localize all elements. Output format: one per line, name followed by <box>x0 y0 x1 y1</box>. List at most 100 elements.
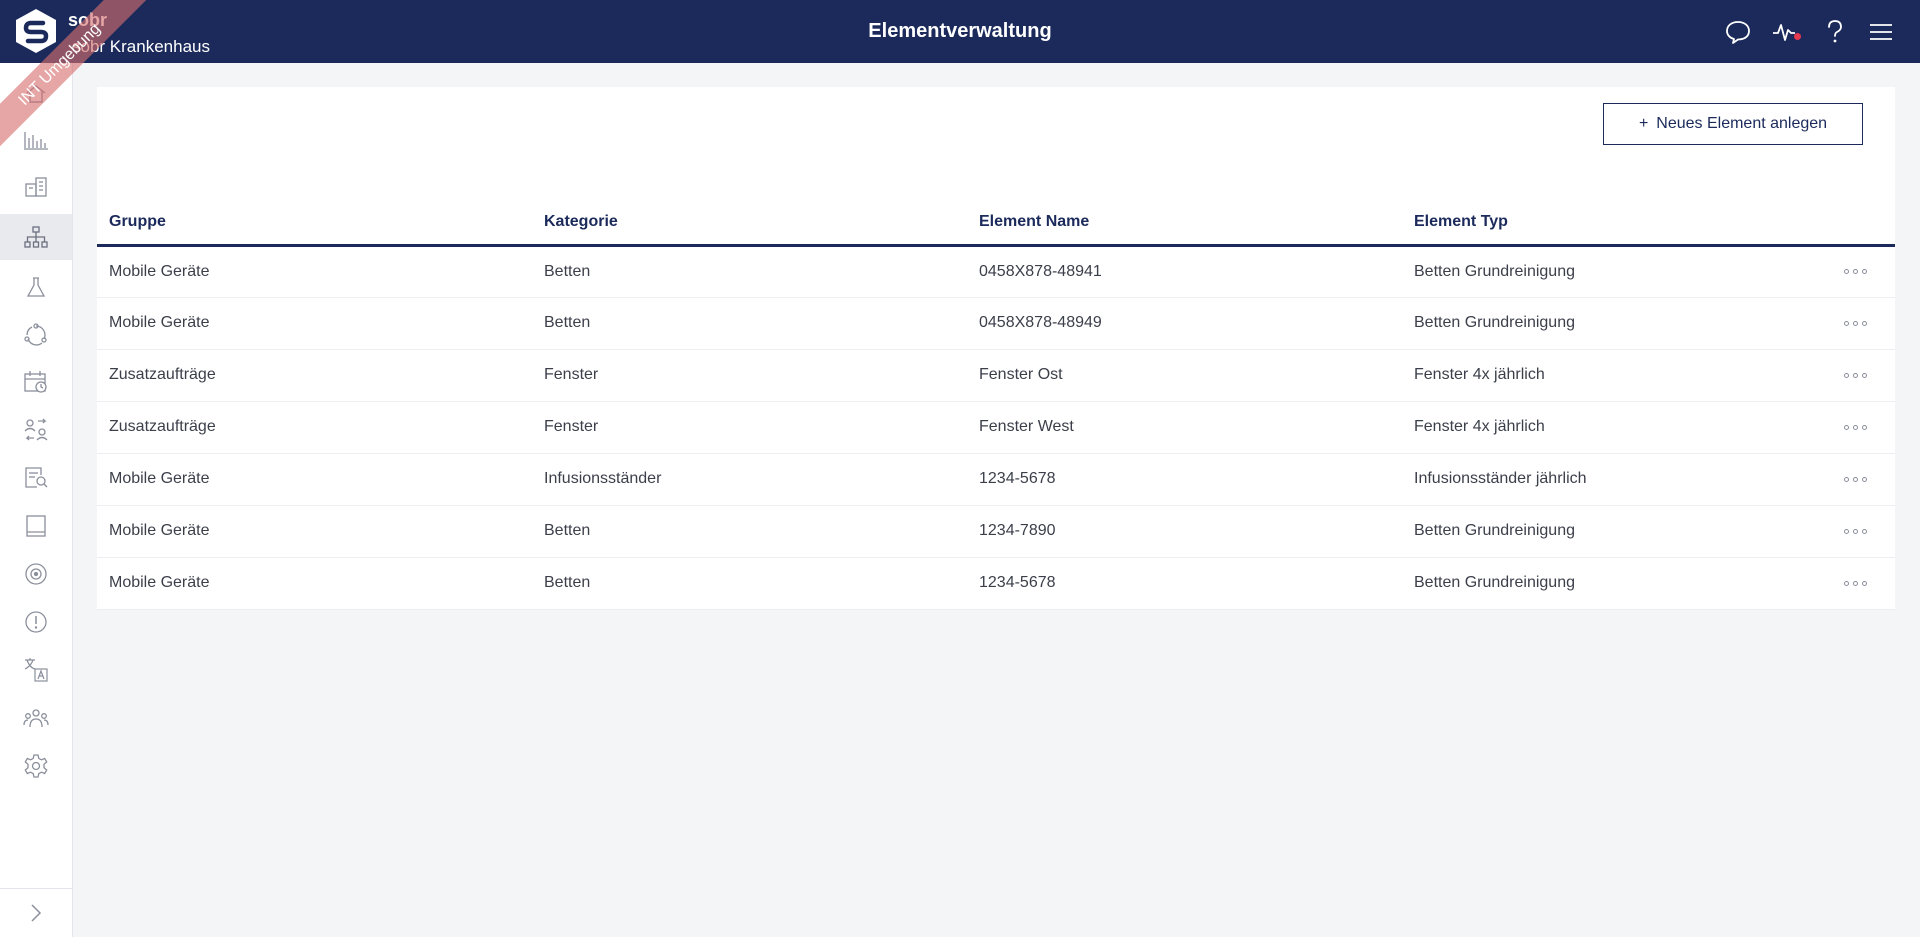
table-row[interactable]: Mobile Geräte Betten 1234-7890 Betten Gr… <box>97 505 1895 558</box>
cell-category: Betten <box>532 297 967 350</box>
page-title: Elementverwaltung <box>868 20 1052 42</box>
sidebar-item-home[interactable] <box>0 71 72 117</box>
cell-category: Betten <box>532 557 967 610</box>
cell-element-name: Fenster West <box>967 401 1402 454</box>
activity-icon[interactable] <box>1770 17 1801 47</box>
column-header-element-name[interactable]: Element Name <box>967 201 1402 247</box>
target-icon <box>25 563 47 585</box>
alert-icon <box>25 611 47 633</box>
column-header-category[interactable]: Kategorie <box>532 201 967 247</box>
document-search-icon <box>25 467 48 488</box>
cell-element-type: Betten Grundreinigung <box>1402 245 1815 298</box>
menu-icon[interactable] <box>1866 17 1896 47</box>
table-row[interactable]: Zusatzaufträge Fenster Fenster Ost Fenst… <box>97 349 1895 402</box>
sidebar-item-buildings[interactable] <box>0 164 72 210</box>
help-icon[interactable] <box>1820 17 1850 47</box>
settings-icon <box>24 754 48 778</box>
row-actions-button[interactable] <box>1815 349 1895 402</box>
more-options-icon <box>1815 476 1895 482</box>
row-actions-button[interactable] <box>1815 557 1895 610</box>
column-header-element-type[interactable]: Element Typ <box>1402 201 1815 247</box>
cell-group: Mobile Geräte <box>97 297 532 350</box>
top-bar: sobr sobr Krankenhaus Elementverwaltung <box>0 0 1920 63</box>
elements-table: Gruppe Kategorie Element Name Element Ty… <box>97 201 1895 610</box>
cell-category: Fenster <box>532 349 967 402</box>
cell-category: Infusionsständer <box>532 453 967 506</box>
column-header-actions <box>1815 201 1895 247</box>
analytics-icon <box>24 132 48 150</box>
row-actions-button[interactable] <box>1815 401 1895 454</box>
new-element-label: Neues Element anlegen <box>1656 115 1828 132</box>
user-swap-icon <box>24 418 48 441</box>
sidebar-item-cycle[interactable] <box>0 312 72 358</box>
cell-group: Mobile Geräte <box>97 453 532 506</box>
row-actions-button[interactable] <box>1815 245 1895 298</box>
table-row[interactable]: Mobile Geräte Betten 1234-5678 Betten Gr… <box>97 557 1895 610</box>
more-options-icon <box>1815 372 1895 378</box>
more-options-icon <box>1815 528 1895 534</box>
cell-element-type: Betten Grundreinigung <box>1402 505 1815 558</box>
hierarchy-icon <box>24 226 48 248</box>
cell-group: Zusatzaufträge <box>97 349 532 402</box>
sidebar-item-team[interactable] <box>0 695 72 741</box>
table-row[interactable]: Mobile Geräte Infusionsständer 1234-5678… <box>97 453 1895 506</box>
table-row[interactable]: Mobile Geräte Betten 0458X878-48949 Bett… <box>97 297 1895 350</box>
cell-element-type: Infusionsständer jährlich <box>1402 453 1815 506</box>
cell-element-type: Fenster 4x jährlich <box>1402 401 1815 454</box>
flask-icon <box>26 277 46 297</box>
cell-group: Mobile Geräte <box>97 557 532 610</box>
cell-element-type: Betten Grundreinigung <box>1402 557 1815 610</box>
cell-group: Mobile Geräte <box>97 245 532 298</box>
cell-element-name: 0458X878-48941 <box>967 245 1402 298</box>
home-icon <box>26 85 46 103</box>
chevron-right-icon <box>31 903 42 922</box>
elements-panel: + Neues Element anlegen Gruppe Kategorie… <box>97 87 1895 610</box>
cell-element-name: Fenster Ost <box>967 349 1402 402</box>
more-options-icon <box>1815 580 1895 586</box>
column-header-group[interactable]: Gruppe <box>97 201 532 247</box>
chat-icon[interactable] <box>1723 17 1753 47</box>
notification-dot <box>1794 33 1801 40</box>
sidebar-item-reports[interactable] <box>0 455 72 501</box>
team-icon <box>23 709 49 728</box>
row-actions-button[interactable] <box>1815 453 1895 506</box>
cell-element-name: 0458X878-48949 <box>967 297 1402 350</box>
plus-icon: + <box>1638 115 1649 132</box>
table-row[interactable]: Zusatzaufträge Fenster Fenster West Fens… <box>97 401 1895 454</box>
cycle-icon <box>24 323 47 346</box>
cell-group: Mobile Geräte <box>97 505 532 558</box>
sidebar-item-lab[interactable] <box>0 264 72 310</box>
sidebar-item-incidents[interactable] <box>0 599 72 645</box>
sidebar-item-schedule[interactable] <box>0 359 72 405</box>
sidebar <box>0 63 73 937</box>
cell-element-type: Betten Grundreinigung <box>1402 297 1815 350</box>
sidebar-expand-button[interactable] <box>0 888 72 936</box>
new-element-button[interactable]: + Neues Element anlegen <box>1603 103 1863 145</box>
calendar-clock-icon <box>24 371 47 393</box>
cell-group: Zusatzaufträge <box>97 401 532 454</box>
sidebar-item-elements[interactable] <box>0 214 72 260</box>
sidebar-item-targets[interactable] <box>0 551 72 597</box>
more-options-icon <box>1815 320 1895 326</box>
sidebar-item-analytics[interactable] <box>0 117 72 163</box>
cell-category: Fenster <box>532 401 967 454</box>
cell-element-name: 1234-5678 <box>967 557 1402 610</box>
cell-element-name: 1234-7890 <box>967 505 1402 558</box>
book-icon <box>26 515 46 537</box>
sidebar-item-settings[interactable] <box>0 743 72 789</box>
sidebar-item-docs[interactable] <box>0 503 72 549</box>
cell-element-type: Fenster 4x jährlich <box>1402 349 1815 402</box>
sidebar-item-staff-swap[interactable] <box>0 407 72 453</box>
cell-element-name: 1234-5678 <box>967 453 1402 506</box>
table-row[interactable]: Mobile Geräte Betten 0458X878-48941 Bett… <box>97 245 1895 298</box>
more-options-icon <box>1815 424 1895 430</box>
cell-category: Betten <box>532 245 967 298</box>
buildings-icon <box>25 177 47 197</box>
row-actions-button[interactable] <box>1815 505 1895 558</box>
more-options-icon <box>1815 269 1895 274</box>
translate-icon <box>24 658 48 682</box>
table-header-row: Gruppe Kategorie Element Name Element Ty… <box>97 201 1895 247</box>
cell-category: Betten <box>532 505 967 558</box>
row-actions-button[interactable] <box>1815 297 1895 350</box>
sidebar-item-translations[interactable] <box>0 647 72 693</box>
